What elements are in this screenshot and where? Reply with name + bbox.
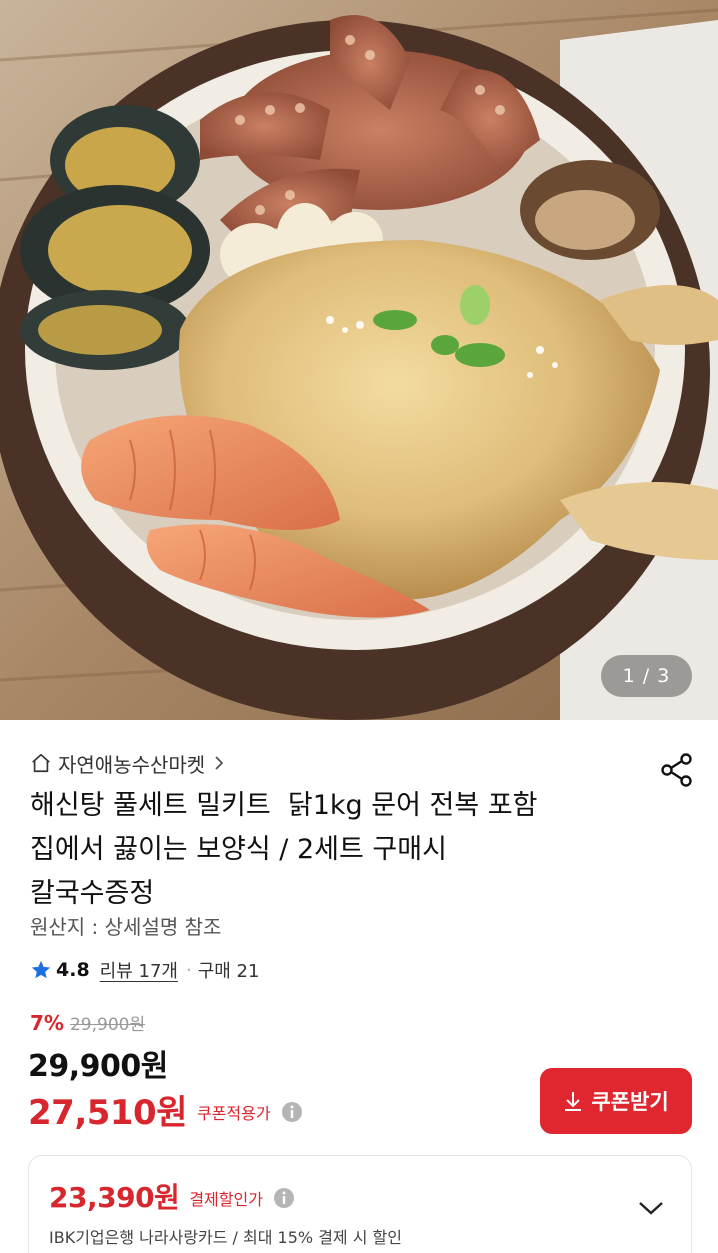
get-coupon-button[interactable]: 쿠폰받기	[540, 1068, 692, 1134]
home-icon	[32, 753, 50, 773]
sale-price: 29,900원	[28, 1049, 168, 1084]
chevron-down-icon[interactable]	[637, 1198, 665, 1218]
payment-discount-price: 23,390원	[49, 1181, 180, 1214]
info-icon[interactable]	[273, 1187, 295, 1209]
chevron-right-icon	[215, 756, 224, 770]
payment-discount-description: IBK기업은행 나라사랑카드 / 최대 15% 결제 시 할인	[49, 1228, 402, 1247]
discount-percent: 7%	[30, 1011, 64, 1035]
product-image-carousel[interactable]: 1 / 3	[0, 0, 718, 720]
store-name: 자연애농수산마켓	[58, 752, 206, 777]
payment-discount-label: 결제할인가	[189, 1189, 263, 1209]
purchase-count: 구매 21	[197, 961, 260, 982]
coupon-price: 27,510원	[28, 1093, 187, 1133]
product-origin: 원산지 : 상세설명 참조	[30, 915, 222, 939]
store-link[interactable]: 자연애농수산마켓	[30, 748, 225, 778]
payment-price-row: 23,390원 결제할인가	[49, 1176, 295, 1216]
product-title: 해신탕 풀세트 밀키트 닭1kg 문어 전복 포함 집에서 끓이는 보양식 / …	[30, 790, 538, 909]
rating-summary: 4.8 리뷰 17개 · 구매 21	[30, 955, 259, 985]
review-count-link[interactable]: 리뷰 17개	[100, 957, 178, 983]
original-price: 29,900원	[69, 1015, 146, 1035]
coupon-price-row: 27,510원 쿠폰적용가	[28, 1085, 303, 1134]
info-icon[interactable]	[281, 1101, 303, 1123]
star-icon	[31, 960, 51, 979]
payment-discount-card[interactable]: 23,390원 결제할인가 IBK기업은행 나라사랑카드 / 최대 15% 결제…	[28, 1155, 692, 1253]
discount-row: 7% 29,900원	[30, 1010, 145, 1035]
download-icon	[565, 1092, 582, 1111]
coupon-price-label: 쿠폰적용가	[196, 1103, 271, 1123]
separator-dot: ·	[185, 959, 192, 981]
rating-score: 4.8	[56, 959, 90, 981]
image-page-counter: 1 / 3	[601, 655, 692, 697]
get-coupon-label: 쿠폰받기	[591, 1090, 669, 1114]
product-photo	[0, 0, 718, 720]
